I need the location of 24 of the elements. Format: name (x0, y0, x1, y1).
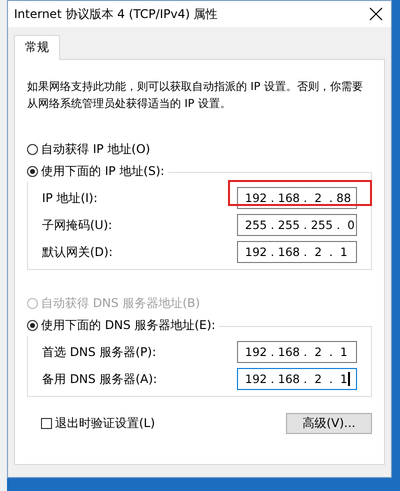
advanced-button[interactable]: 高级(V)... (286, 413, 372, 434)
input-field[interactable]: 192 . 168 . 2 . 1 (237, 368, 357, 390)
radio-button[interactable] (27, 144, 38, 154)
radio-label: 自动获得 IP 地址(O) (41, 140, 150, 158)
radio-label: 使用下面的 IP 地址(S): (41, 162, 164, 180)
checkbox[interactable] (41, 418, 52, 429)
radio-button[interactable] (27, 166, 38, 176)
tab[interactable]: 常规 (14, 35, 60, 60)
input-field[interactable]: 192 . 168 . 2 . 1 (237, 341, 357, 363)
field-label: 备用 DNS 服务器(A): (42, 370, 158, 388)
radio-label: 使用下面的 DNS 服务器地址(E): (41, 316, 216, 334)
field-label: 子网掩码(U): (42, 216, 112, 234)
close-icon[interactable] (369, 7, 383, 21)
window-title: Internet 协议版本 4 (TCP/IPv4) 属性 (14, 6, 218, 22)
field-label: 默认网关(D): (42, 244, 113, 260)
field-label: 首选 DNS 服务器(P): (42, 344, 156, 360)
radio-label: 自动获得 DNS 服务器地址(B) (41, 294, 200, 312)
field-label: IP 地址(I): (42, 190, 98, 206)
input-field[interactable]: 192 . 168 . 2 . 1 (237, 241, 357, 263)
input-field[interactable]: 255 . 255 . 255 . 0 (237, 214, 357, 236)
input-field[interactable]: 192 . 168 . 2 . 88 (237, 187, 357, 209)
radio-button[interactable] (27, 320, 38, 330)
description-text: 如果网络支持此功能，则可以获取自动指派的 IP 设置。否则，你需要从网络系统管理员处获得适当的 IP 设置。 (27, 79, 364, 112)
checkbox-label: 退出时验证设置(L) (55, 415, 156, 432)
